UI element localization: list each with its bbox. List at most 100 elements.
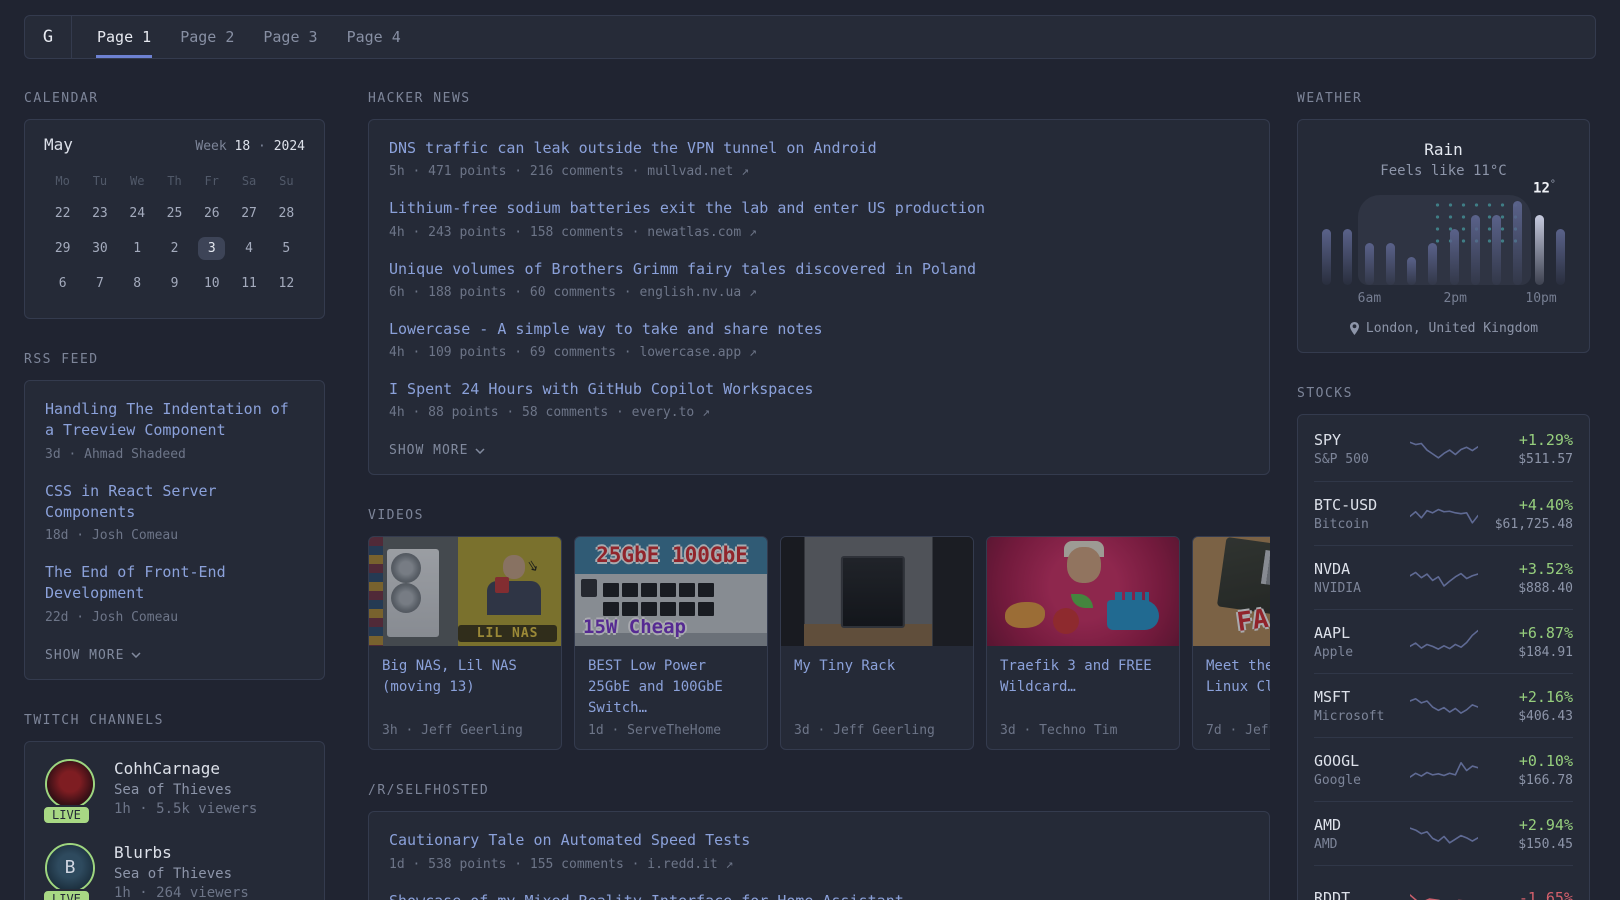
rss-section: RSS FEED Handling The Indentation of a T… [24, 352, 325, 680]
weather-feels-like: Feels like 11°C [1380, 163, 1507, 179]
video-meta: 3d · Jeff Geerling [794, 723, 935, 739]
feed-item-title[interactable]: DNS traffic can leak outside the VPN tun… [389, 138, 1249, 159]
calendar-day: 4 [230, 231, 267, 266]
stock-names: SPY S&P 500 [1314, 431, 1406, 467]
app-logo[interactable]: G [25, 16, 72, 58]
stock-row-rddt[interactable]: RDDT -1.65% [1314, 865, 1573, 900]
weather-location: London, United Kingdom [1320, 321, 1567, 336]
feed-item-title[interactable]: Lowercase - A simple way to take and sha… [389, 319, 1249, 340]
feed-item-title[interactable]: Cautionary Tale on Automated Speed Tests [389, 830, 1249, 851]
stock-symbol: RDDT [1314, 888, 1351, 900]
weather-section: WEATHER Rain Feels like 11°C 12° 6am 2pm 1… [1297, 91, 1590, 353]
videos-section: VIDEOS ⇘ LIL NAS Big NAS, Lil NAS (moving … [368, 508, 1270, 751]
calendar-day-number: 29 [54, 241, 71, 256]
video-title[interactable]: Traefik 3 and FREE Wildcard… [1000, 656, 1166, 698]
weather-bar [1492, 215, 1502, 285]
stock-row-nvda[interactable]: NVDA NVIDIA +3.52% $888.40 [1314, 545, 1573, 609]
weather-bar [1555, 229, 1565, 285]
stock-row-amd[interactable]: AMD AMD +2.94% $150.45 [1314, 801, 1573, 865]
chevron-down-icon [131, 652, 141, 659]
calendar-day-number: 4 [245, 241, 253, 256]
calendar-day-selected: 3 [193, 231, 230, 266]
weather-widget: Rain Feels like 11°C 12° 6am 2pm 10pm Lond… [1297, 119, 1590, 353]
feed-item-title[interactable]: Unique volumes of Brothers Grimm fairy t… [389, 259, 1249, 280]
stock-values: +1.29% $511.57 [1481, 431, 1573, 467]
stock-company-name: S&P 500 [1314, 452, 1369, 467]
stock-row-spy[interactable]: SPY S&P 500 +1.29% $511.57 [1314, 417, 1573, 481]
video-title[interactable]: My Tiny Rack [794, 656, 960, 677]
video-thumbnail[interactable] [781, 537, 973, 647]
stock-row-msft[interactable]: MSFT Microsoft +2.16% $406.43 [1314, 673, 1573, 737]
stock-row-googl[interactable]: GOOGL Google +0.10% $166.78 [1314, 737, 1573, 801]
calendar-week-row: 22 23 24 25 26 27 28 [44, 196, 305, 231]
stock-row-btc-usd[interactable]: BTC-USD Bitcoin +4.40% $61,725.48 [1314, 481, 1573, 545]
hackernews-section-label: HACKER NEWS [368, 91, 471, 106]
twitch-channel-name[interactable]: Blurbs [114, 843, 249, 862]
twitch-channel-row[interactable]: LIVE CohhCarnage Sea of Thieves 1h · 5.5k v… [42, 758, 304, 825]
calendar-day: 5 [268, 231, 305, 266]
stock-sparkline [1406, 691, 1481, 721]
feed-item: CSS in React Server Components 18d · Josh… [45, 481, 304, 544]
feed-item-title[interactable]: Showcase of my Mixed Reality Interface f… [389, 891, 1249, 900]
stock-names: MSFT Microsoft [1314, 688, 1406, 724]
stock-company-name: AMD [1314, 836, 1338, 852]
stock-names: BTC-USD Bitcoin [1314, 496, 1406, 532]
feed-item-title[interactable]: I Spent 24 Hours with GitHub Copilot Wor… [389, 379, 1249, 400]
tab-page-1[interactable]: Page 1 [96, 16, 153, 58]
weather-section-label: WEATHER [1297, 91, 1363, 106]
calendar-weekday: Sa [241, 174, 257, 188]
hackernews-show-more-button[interactable]: SHOW MORE [389, 443, 485, 458]
tab-page-2[interactable]: Page 2 [179, 16, 235, 58]
feed-item-meta: 4h · 243 points · 158 comments · newatla… [389, 224, 757, 240]
video-card[interactable]: 25GbE 100GbE 15W Cheap BEST Low Power 25Gb… [574, 536, 768, 751]
feed-item-meta: 5h · 471 points · 216 comments · mullvad… [389, 164, 750, 180]
tab-page-4[interactable]: Page 4 [346, 16, 402, 58]
calendar-section: CALENDAR May Week 18 · 2024 Mo Tu We Th Fr Sa… [24, 91, 325, 319]
feed-item-meta: 6h · 188 points · 60 comments · english.… [389, 284, 757, 300]
feed-item-title[interactable]: The End of Front-End Development [45, 562, 304, 605]
weather-bar [1407, 257, 1417, 285]
video-title[interactable]: BEST Low Power 25GbE and 100GbE Switch… [588, 656, 754, 719]
feed-item-title[interactable]: Lithium-free sodium batteries exit the l… [389, 198, 1249, 219]
video-meta: 3d · Techno Tim [1000, 723, 1118, 739]
twitch-channel-row[interactable]: B LIVE Blurbs Sea of Thieves 1h · 264 viewer… [42, 842, 304, 900]
feed-item-meta: 3d · Ahmad Shadeed [45, 446, 186, 462]
calendar-day: 30 [81, 231, 118, 266]
feed-item-meta: 22d · Josh Comeau [45, 609, 179, 625]
hackernews-section: HACKER NEWS DNS traffic can leak outside… [368, 91, 1270, 476]
video-thumbnail[interactable]: 25GbE 100GbE 15W Cheap [575, 537, 767, 647]
video-card[interactable]: My Tiny Rack 3d · Jeff Geerling [780, 536, 974, 751]
current-temperature-value: 12 [1533, 180, 1550, 197]
video-title[interactable]: Big NAS, Lil NAS (moving 13) [382, 656, 548, 698]
calendar-week: Week 18 · 2024 [195, 139, 305, 154]
rss-show-more-button[interactable]: SHOW MORE [45, 648, 141, 663]
stock-sparkline [1406, 499, 1481, 529]
video-card[interactable]: Traefik 3 and FREE Wildcard… 3d · Techno … [986, 536, 1180, 751]
stock-company-name: Bitcoin [1314, 516, 1369, 532]
feed-item-title[interactable]: Handling The Indentation of a Treeview C… [45, 399, 304, 442]
left-column: CALENDAR May Week 18 · 2024 Mo Tu We Th Fr Sa… [24, 91, 325, 900]
rss-section-label: RSS FEED [24, 352, 99, 367]
stock-row-aapl[interactable]: AAPL Apple +6.87% $184.91 [1314, 609, 1573, 673]
video-card[interactable]: FA Meet the Linux Clu 7d · Jeff [1192, 536, 1270, 751]
video-thumbnail[interactable]: FA [1193, 537, 1270, 647]
video-card[interactable]: ⇘ LIL NAS Big NAS, Lil NAS (moving 13) 3h ·… [368, 536, 562, 751]
stock-price: $511.57 [1518, 452, 1573, 467]
video-title[interactable]: Meet the Linux Clu [1206, 656, 1270, 698]
stock-sparkline [1406, 883, 1481, 900]
tab-page-3[interactable]: Page 3 [262, 16, 318, 58]
stock-values: +2.94% $150.45 [1481, 816, 1573, 852]
feed-item-title[interactable]: CSS in React Server Components [45, 481, 304, 524]
stock-price: $406.43 [1518, 708, 1573, 724]
video-thumbnail[interactable] [987, 537, 1179, 647]
stock-sparkline [1406, 434, 1481, 464]
twitch-channel-meta: 1h · 264 viewers [114, 884, 249, 900]
calendar-year: 2024 [273, 139, 305, 154]
stock-names: AMD AMD [1314, 816, 1406, 852]
calendar-day-number: 27 [241, 206, 257, 221]
twitch-channel-name[interactable]: CohhCarnage [114, 759, 257, 778]
avatar: B [45, 842, 95, 893]
stock-price: $61,725.48 [1494, 516, 1573, 532]
videos-section-label: VIDEOS [368, 508, 424, 524]
video-thumbnail[interactable]: ⇘ LIL NAS [369, 537, 561, 647]
